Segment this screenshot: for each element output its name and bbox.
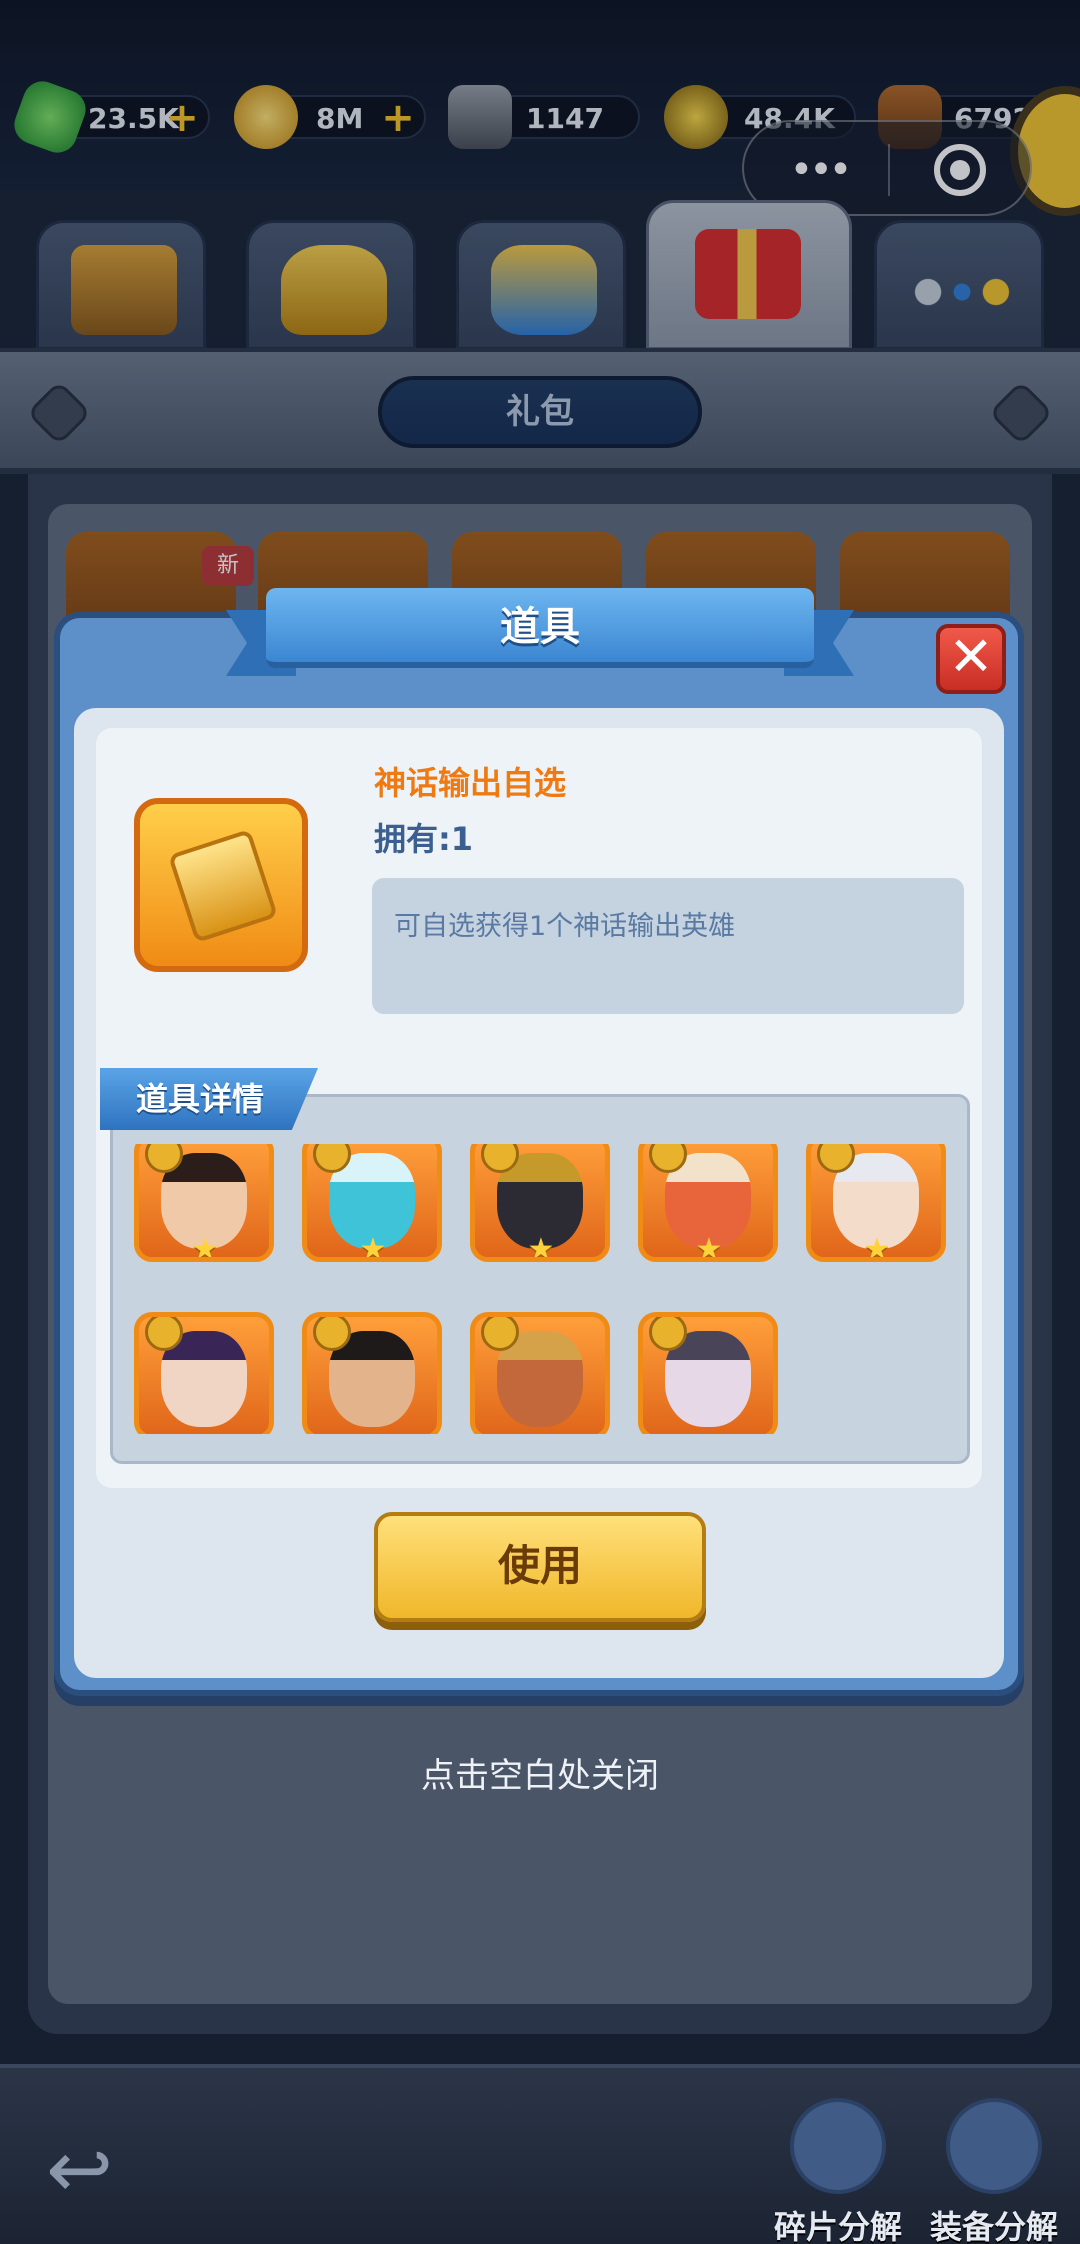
hero-slot[interactable]: [638, 1312, 778, 1434]
star-icon: ★: [527, 1232, 555, 1262]
hero-slot[interactable]: [134, 1312, 274, 1434]
anvil-decompose-icon: [946, 2098, 1042, 2194]
hero-slot[interactable]: ★: [302, 1144, 442, 1262]
star-icon: ★: [191, 1232, 219, 1262]
bottom-bar: ↩ 碎片分解 装备分解: [0, 2064, 1080, 2244]
hero-slot[interactable]: [302, 1312, 442, 1434]
item-description: 可自选获得1个神话输出英雄: [394, 911, 736, 942]
class-badge-icon: [481, 1317, 519, 1351]
equipment-decompose-label: 装备分解: [929, 2208, 1058, 2244]
close-button[interactable]: ✕: [936, 624, 1006, 694]
hero-slot[interactable]: ★: [638, 1144, 778, 1262]
star-icon: ★: [863, 1232, 891, 1262]
use-button[interactable]: 使用: [374, 1512, 706, 1622]
modal-title: 道具: [266, 588, 814, 668]
hero-slot[interactable]: [470, 1312, 610, 1434]
shard-decompose-icon: [790, 2098, 886, 2194]
equipment-decompose-button[interactable]: 装备分解: [930, 2098, 1058, 2244]
hero-slot[interactable]: ★: [470, 1144, 610, 1262]
modal-title-ribbon: 道具: [226, 588, 854, 676]
class-badge-icon: [313, 1317, 351, 1351]
item-detail-tab: 道具详情: [100, 1068, 318, 1130]
shard-decompose-button[interactable]: 碎片分解: [774, 2098, 902, 2244]
card-stack-shape: [167, 828, 279, 944]
item-name: 神话输出自选: [374, 764, 567, 802]
hero-slot[interactable]: ★: [806, 1144, 946, 1262]
hero-grid[interactable]: ★ ★ ★ ★ ★: [130, 1144, 960, 1434]
star-icon: ★: [359, 1232, 387, 1262]
star-icon: ★: [695, 1232, 723, 1262]
item-owned-count: 拥有:1: [374, 820, 474, 858]
class-badge-icon: [145, 1317, 183, 1351]
back-arrow-icon[interactable]: ↩: [46, 2130, 146, 2210]
hero-slot[interactable]: ★: [134, 1144, 274, 1262]
shard-decompose-label: 碎片分解: [773, 2208, 902, 2244]
hero-card-icon: [134, 798, 308, 972]
item-description-box: 可自选获得1个神话输出英雄: [372, 878, 964, 1014]
class-badge-icon: [649, 1317, 687, 1351]
tap-to-close-hint: 点击空白处关闭: [421, 1756, 659, 1796]
